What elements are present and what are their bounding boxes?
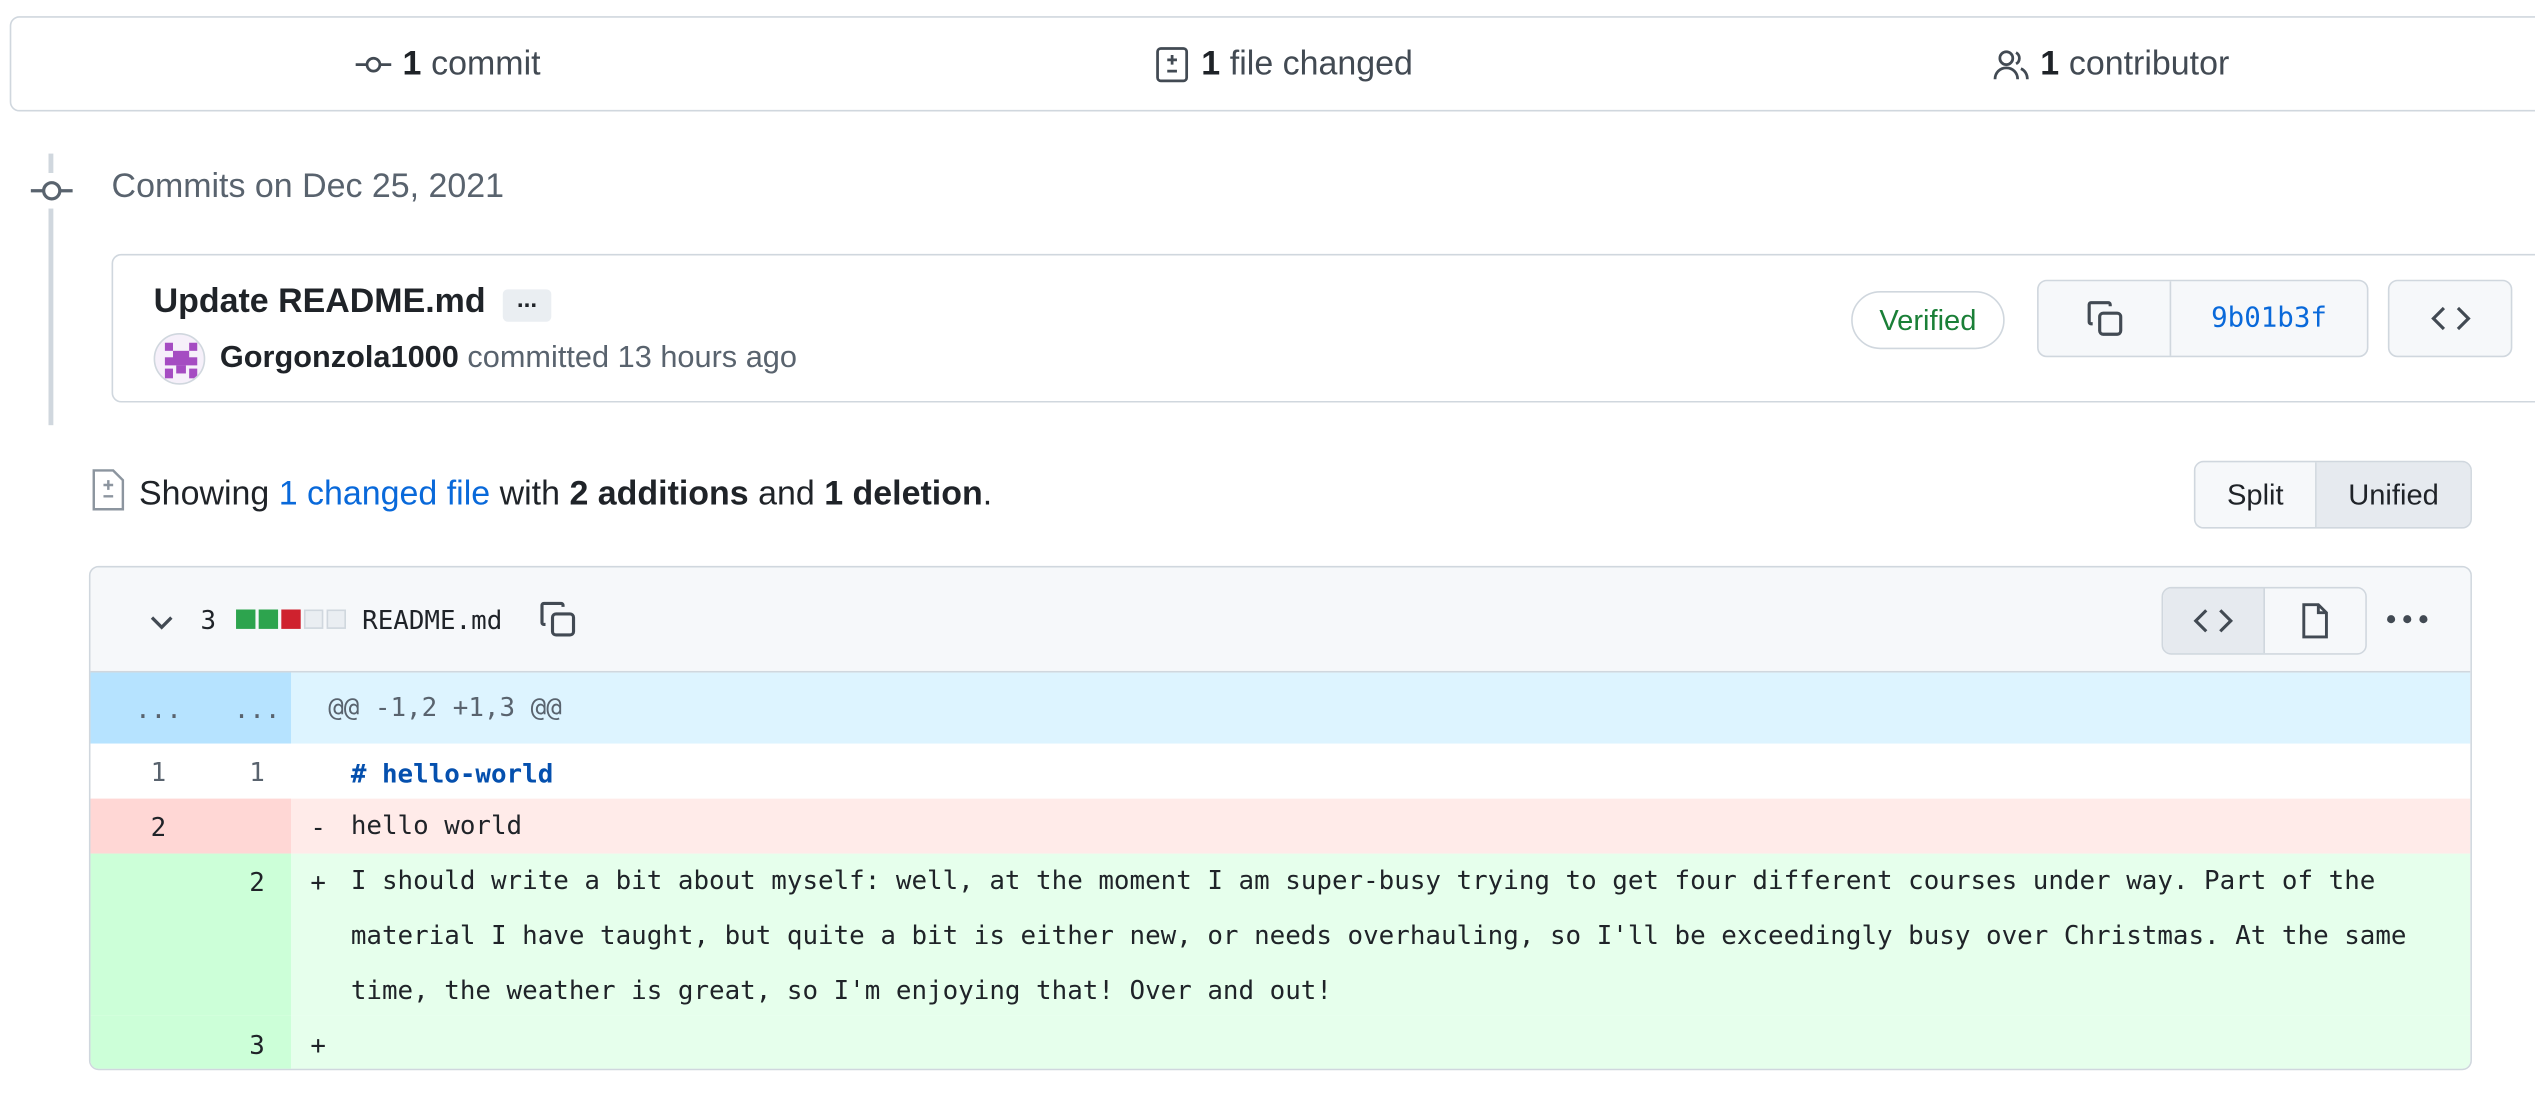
commit-time: committed 13 hours ago (467, 341, 797, 376)
copy-icon (2086, 301, 2122, 336)
files-label: file changed (1229, 44, 1413, 82)
diff-line-added: 2 + I should write a bit about myself: w… (90, 853, 2471, 1016)
diff-view-toggle: Split Unified (2193, 460, 2472, 529)
verified-badge[interactable]: Verified (1851, 291, 2005, 350)
diffstat-block-add (258, 609, 279, 629)
old-line-number[interactable]: 2 (110, 812, 207, 843)
sha-button-group: 9b01b3f (2037, 279, 2369, 358)
commit-icon (30, 181, 73, 201)
file-name[interactable]: README.md (362, 605, 502, 636)
diff-line-added: 3 + (90, 1015, 2471, 1069)
file-view-toggle (2161, 586, 2367, 655)
kebab-horizontal-icon (2387, 615, 2428, 624)
commit-author-line: Gorgonzola1000 committed 13 hours ago (220, 341, 797, 377)
file-diff-icon (1156, 46, 1189, 82)
commits-count: 1 (402, 44, 422, 82)
deletions-count: 1 deletion (824, 475, 983, 513)
new-line-number[interactable]: 2 (207, 867, 307, 898)
code-icon (2430, 306, 2470, 331)
new-line-number[interactable]: 1 (207, 757, 307, 788)
diffstat-block-neutral (326, 609, 346, 629)
hunk-expand-left[interactable]: ... (110, 694, 207, 725)
split-view-button[interactable]: Split (2195, 462, 2317, 528)
copy-icon[interactable] (537, 598, 579, 640)
commit-card: Update README.md ... Gorgonzola1000 comm… (111, 253, 2535, 403)
chevron-down-icon[interactable] (146, 606, 178, 638)
commits-on-heading: Commits on Dec 25, 2021 (111, 168, 505, 206)
hunk-header-text: @@ -1,2 +1,3 @@ (328, 691, 562, 723)
commit-message-expand-button[interactable]: ... (502, 288, 552, 322)
file-options-button[interactable] (2383, 600, 2432, 639)
diff-stats-text: Showing 1 changed file with 2 additions … (139, 475, 992, 514)
avatar[interactable] (153, 333, 206, 385)
contributors-summary[interactable]: 1 contributor (1992, 18, 2230, 110)
timeline-commit-icon (30, 172, 73, 209)
code-icon (2193, 609, 2234, 633)
file-diff: 3 README.md ... ... @@ -1,2 +1,3 @@ 1 1 … (88, 565, 2472, 1071)
showing-prefix: Showing (139, 475, 270, 513)
browse-repo-button[interactable] (2387, 279, 2513, 358)
old-line-number[interactable]: 1 (110, 757, 207, 788)
summary-bar: 1 commit 1 file changed 1 contributor (9, 16, 2535, 112)
changed-files-link[interactable]: 1 changed file (279, 475, 490, 512)
diff-line-count: 3 (200, 604, 217, 636)
files-summary[interactable]: 1 file changed (1153, 18, 1413, 110)
additions-count: 2 additions (569, 475, 749, 513)
diff-sign: + (310, 1029, 326, 1061)
contributors-count: 1 (2040, 44, 2060, 82)
commits-label: commit (431, 44, 541, 82)
diffstat-block-del (281, 609, 301, 629)
commit-sha-link[interactable]: 9b01b3f (2171, 281, 2367, 355)
diff-sign: + (310, 866, 326, 898)
diff-sign: - (310, 811, 326, 843)
hunk-header-row: ... ... @@ -1,2 +1,3 @@ (90, 672, 2471, 744)
showing-and: and (758, 475, 815, 513)
contributors-label: contributor (2068, 44, 2230, 82)
commits-summary[interactable]: 1 commit (354, 18, 541, 110)
file-diff-icon (92, 469, 125, 511)
file-icon (2302, 603, 2328, 639)
diff-line-text: hello world (350, 809, 523, 841)
showing-end: . (982, 475, 993, 513)
showing-with: with (499, 475, 561, 513)
diff-line-deleted: 2 - hello world (90, 798, 2471, 854)
diffstat-block-add (236, 609, 256, 629)
identicon-icon (164, 342, 198, 379)
commit-icon (355, 56, 392, 72)
file-diff-header: 3 README.md (90, 567, 2471, 673)
source-diff-button[interactable] (2163, 588, 2265, 654)
author-link[interactable]: Gorgonzola1000 (220, 341, 459, 375)
hunk-expand-right[interactable]: ... (207, 694, 307, 725)
diffstat-blocks (236, 609, 346, 629)
people-icon (1993, 49, 2029, 79)
unified-view-button[interactable]: Unified (2316, 462, 2471, 528)
page: 1 commit 1 file changed 1 contributor Co… (0, 0, 2535, 1105)
diff-line-text: # hello-world (350, 758, 554, 789)
rich-diff-button[interactable] (2264, 588, 2366, 654)
files-count: 1 (1201, 44, 1221, 82)
diff-line: 1 1 # hello-world (90, 743, 2471, 799)
commit-title[interactable]: Update README.md (154, 283, 486, 322)
diff-line-text: I should write a bit about myself: well,… (350, 864, 2423, 1006)
copy-sha-button[interactable] (2039, 281, 2172, 356)
diffstat-block-neutral (303, 609, 324, 629)
new-line-number[interactable]: 3 (207, 1030, 307, 1061)
